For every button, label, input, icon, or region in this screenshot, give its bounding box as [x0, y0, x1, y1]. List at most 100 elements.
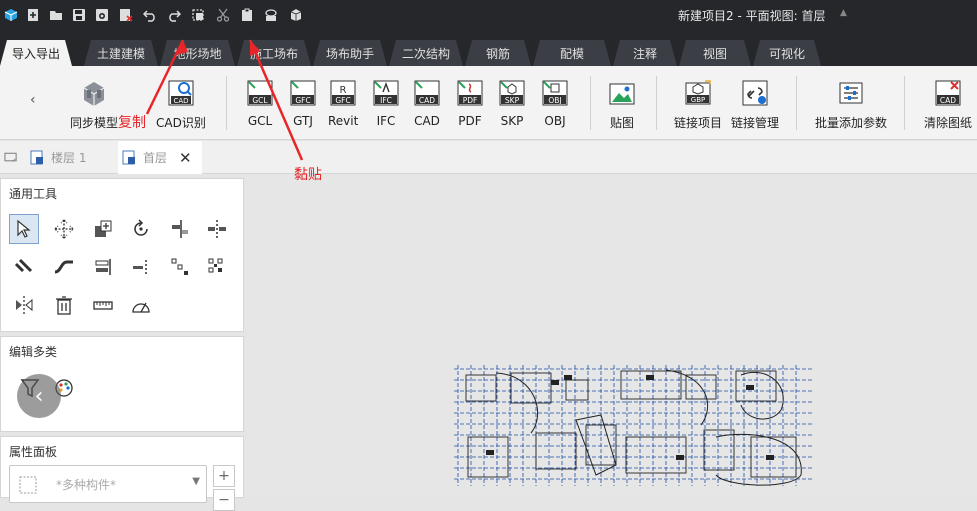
cut-icon[interactable] — [215, 7, 231, 23]
tab-secondary-structure[interactable]: 二次结构 — [389, 40, 463, 66]
close-file-icon[interactable] — [118, 7, 134, 23]
copy-tool-icon[interactable] — [88, 214, 118, 244]
tab-annotation[interactable]: 注释 — [613, 40, 677, 66]
sync-model-button[interactable]: 同步模型 — [70, 78, 118, 131]
component-type-value: *多种构件* — [56, 478, 117, 492]
svg-text:CAD: CAD — [419, 96, 435, 105]
tab-floor-1[interactable]: 楼层 1 — [28, 141, 116, 174]
undo-icon[interactable] — [142, 7, 158, 23]
extend-tool-icon[interactable] — [88, 252, 118, 282]
cube-icon[interactable] — [288, 7, 304, 23]
floor-plan-icon — [122, 150, 135, 165]
cad-recognize-icon: CAD — [166, 78, 196, 108]
cad-file-icon: CAD — [412, 78, 442, 108]
move-tool-icon[interactable] — [49, 214, 79, 244]
paste-annotation: 黏贴 — [294, 167, 322, 183]
gfc-file-icon: GFC — [288, 78, 318, 108]
svg-text:GCL: GCL — [252, 96, 268, 105]
rotate-tool-icon[interactable] — [126, 214, 156, 244]
open-folder-icon[interactable] — [48, 7, 64, 23]
grid-array-tool-icon[interactable] — [202, 252, 232, 282]
stretch-tool-icon[interactable] — [49, 252, 79, 282]
svg-text:SKP: SKP — [505, 96, 520, 105]
link-manage-button[interactable]: 链接管理 — [731, 78, 779, 131]
chevron-left-icon: ‹ — [34, 383, 44, 409]
save-icon[interactable] — [71, 7, 87, 23]
batch-add-params-button[interactable]: 批量添加参数 — [815, 78, 887, 131]
title-bar: 新建项目2 - 平面视图: 首层 ▲ — [0, 0, 977, 32]
link-manage-icon — [740, 78, 770, 108]
angle-measure-tool-icon[interactable] — [126, 290, 156, 320]
app-logo-icon[interactable] — [3, 7, 19, 23]
select-tool-icon[interactable] — [9, 214, 39, 244]
import-skp-button[interactable]: SKP SKP — [497, 78, 527, 128]
collapse-panel-button[interactable]: ‹ — [17, 374, 61, 418]
svg-text:R: R — [340, 85, 347, 96]
document-tab-bar: 楼层 1 首层 ✕ — [0, 141, 977, 174]
revit-file-icon: R GFC — [328, 78, 358, 108]
clear-drawing-button[interactable]: CAD 清除图纸 — [924, 78, 972, 131]
import-revit-button[interactable]: R GFC Revit — [328, 78, 358, 128]
remove-icon[interactable]: − — [213, 489, 235, 511]
save-as-icon[interactable] — [94, 7, 110, 23]
link-project-button[interactable]: GBP 链接项目 — [674, 78, 722, 131]
tab-import-export[interactable]: 导入导出 — [0, 40, 72, 66]
paste-icon[interactable] — [239, 7, 255, 23]
close-tab-icon[interactable]: ✕ — [179, 149, 192, 167]
pdf-file-icon: PDF — [455, 78, 485, 108]
svg-text:CAD: CAD — [940, 96, 956, 105]
tab-terrain-site[interactable]: 地形场地 — [160, 40, 235, 66]
skp-file-icon: SKP — [497, 78, 527, 108]
tab-construction-site[interactable]: 施工场布 — [237, 40, 311, 66]
ribbon-toolbar: ‹ 同步模型 CAD CAD识别 GCL GCL GFC GTJ R GFC Re… — [0, 66, 977, 140]
switch-view-icon[interactable] — [4, 141, 24, 174]
array-tool-icon[interactable] — [165, 252, 195, 282]
svg-text:CAD: CAD — [173, 97, 188, 105]
import-pdf-button[interactable]: PDF PDF — [455, 78, 485, 128]
tab-formwork[interactable]: 配模 — [533, 40, 611, 66]
import-ifc-button[interactable]: IFC IFC — [371, 78, 401, 128]
trim-tool-icon[interactable] — [126, 252, 156, 282]
tab-rebar[interactable]: 钢筋 — [465, 40, 531, 66]
mirror-tool-icon[interactable] — [9, 290, 39, 320]
cad-recognize-button[interactable]: CAD CAD识别 — [156, 78, 206, 131]
cad-floor-plan — [454, 365, 812, 486]
add-icon[interactable]: + — [213, 465, 235, 487]
title-dropdown-icon[interactable]: ▲ — [840, 8, 847, 18]
import-obj-button[interactable]: OBJ OBJ — [540, 78, 570, 128]
import-gcl-button[interactable]: GCL GCL — [245, 78, 275, 128]
layer-icon[interactable] — [263, 7, 279, 23]
tab-civil-modeling[interactable]: 土建建模 — [84, 40, 158, 66]
offset-tool-icon[interactable] — [9, 252, 39, 282]
svg-text:GFC: GFC — [335, 96, 350, 105]
component-icon — [19, 476, 37, 494]
chevron-left-icon[interactable]: ‹ — [30, 92, 36, 108]
svg-text:GBP: GBP — [691, 96, 705, 104]
split-tool-icon[interactable] — [202, 214, 232, 244]
redo-icon[interactable] — [166, 7, 182, 23]
align-tool-icon[interactable] — [165, 214, 195, 244]
link-project-icon: GBP — [683, 78, 713, 108]
import-gtj-button[interactable]: GFC GTJ — [288, 78, 318, 128]
tab-visualization[interactable]: 可视化 — [753, 40, 821, 66]
svg-text:PDF: PDF — [463, 96, 478, 105]
panel-title: 通用工具 — [9, 187, 58, 201]
tab-ground-floor[interactable]: 首层 ✕ — [118, 141, 202, 174]
new-file-icon[interactable] — [25, 7, 41, 23]
delete-tool-icon[interactable] — [49, 290, 79, 320]
paste-image-button[interactable]: 贴图 — [607, 78, 637, 131]
svg-text:OBJ: OBJ — [548, 96, 561, 105]
chevron-down-icon: ▼ — [192, 476, 200, 487]
gcl-file-icon: GCL — [245, 78, 275, 108]
import-cad-button[interactable]: CAD CAD — [412, 78, 442, 128]
measure-tool-icon[interactable] — [88, 290, 118, 320]
image-icon — [607, 78, 637, 108]
copy-icon[interactable] — [190, 7, 206, 23]
component-type-select[interactable]: *多种构件* ▼ — [9, 465, 207, 503]
drawing-canvas[interactable] — [246, 175, 977, 498]
copy-annotation: 复制 — [118, 115, 146, 131]
tab-site-assistant[interactable]: 场布助手 — [313, 40, 387, 66]
tab-view[interactable]: 视图 — [679, 40, 751, 66]
panel-title: 属性面板 — [9, 445, 58, 459]
obj-file-icon: OBJ — [540, 78, 570, 108]
